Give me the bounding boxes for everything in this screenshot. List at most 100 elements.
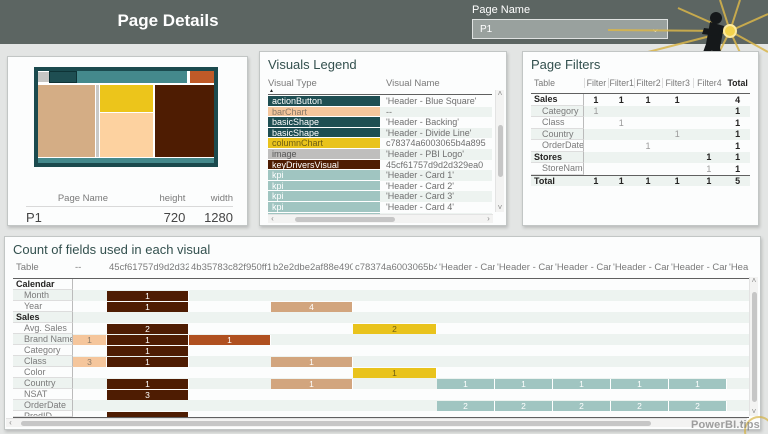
filters-row[interactable]: Category 1 1 — [531, 105, 750, 117]
matrix-value-block: 3 — [107, 389, 189, 400]
matrix-value-block: 1 — [107, 345, 189, 356]
page-filters-header: Table Filter Filter1 Filter2 Filter3 Filter4 T… — [531, 76, 750, 94]
matrix-cell — [353, 290, 437, 301]
matrix-vertical-scrollbar[interactable]: ˄ ˅ — [749, 277, 758, 416]
filters-value-cell: 5 — [735, 175, 741, 186]
matrix-row[interactable]: OrderDate 2 2 2 2 2 — [13, 400, 749, 411]
matrix-row[interactable]: Year 1 4 — [13, 301, 749, 312]
legend-row[interactable]: kpi 'Header - Card 4' — [268, 201, 492, 213]
matrix-hscroll-thumb[interactable] — [21, 420, 651, 426]
matrix-value-block: 1 — [271, 356, 353, 367]
filters-col-table[interactable]: Table — [531, 78, 584, 88]
matrix-row[interactable]: Brand Name 1 1 1 — [13, 334, 749, 345]
legend-vertical-scrollbar[interactable]: ˄ ˅ — [495, 90, 504, 212]
legend-row[interactable]: barChart -- — [268, 106, 492, 118]
matrix-row[interactable]: Category 1 — [13, 345, 749, 356]
matrix-col-header[interactable]: 4b35783c82f950ff1757 — [189, 262, 271, 273]
matrix-cell — [189, 323, 271, 334]
matrix-row[interactable]: Sales — [13, 312, 749, 323]
matrix-cell — [669, 356, 727, 367]
matrix-col-header[interactable]: 'Header - Card 4' — [611, 262, 669, 273]
scroll-right-icon[interactable]: › — [484, 215, 493, 223]
legend-row[interactable]: columnChart c78374a6003065b4a895 — [268, 138, 492, 149]
legend-row[interactable]: actionButton 'Header - Blue Square' — [268, 96, 492, 107]
matrix-col-header[interactable]: 'Header - Card 1' — [437, 262, 495, 273]
page-size-row[interactable]: P1 720 1280 — [26, 207, 233, 225]
matrix-col-header[interactable]: 'Header - Card 5' — [669, 262, 727, 273]
filters-col-filter2[interactable]: Filter2 — [634, 78, 662, 88]
matrix-row[interactable]: Country 1 1 1 1 1 1 1 — [13, 378, 749, 389]
visual-type-cell: kpi — [268, 191, 380, 202]
matrix-cell — [495, 301, 553, 312]
filters-col-filter1[interactable]: Filter1 — [608, 78, 634, 88]
col-height[interactable]: height — [140, 193, 185, 204]
matrix-col-header[interactable]: b2e2dbe2af88e490a95b — [271, 262, 353, 273]
matrix-col-table[interactable]: Table▲ — [13, 262, 73, 273]
matrix-row[interactable]: Avg. Sales 2 2 — [13, 323, 749, 334]
matrix-cell — [271, 345, 353, 356]
matrix-col-header[interactable]: 'Header - Card 3' — [553, 262, 611, 273]
col-width[interactable]: width — [185, 193, 233, 204]
scroll-down-icon[interactable]: ˅ — [496, 204, 505, 212]
matrix-cell — [553, 312, 611, 323]
legend-hscroll-thumb[interactable] — [295, 216, 395, 222]
matrix-value-block: 1 — [495, 378, 553, 389]
matrix-row[interactable]: Color 1 — [13, 367, 749, 378]
filters-value-cell: 1 — [674, 129, 680, 140]
page-mockup-canvas — [38, 71, 214, 163]
legend-row[interactable]: keyDriversVisual 45cf61757d9d2d329ea0 — [268, 159, 492, 171]
matrix-vscroll-thumb[interactable] — [751, 291, 757, 402]
matrix-row[interactable]: Month 1 — [13, 290, 749, 301]
filters-row[interactable]: Class 1 1 — [531, 117, 750, 129]
matrix-horizontal-scrollbar[interactable]: ‹ › — [6, 418, 747, 427]
filters-row[interactable]: OrderDate 1 1 — [531, 140, 750, 152]
matrix-row[interactable]: Calendar — [13, 279, 749, 290]
legend-horizontal-scrollbar[interactable]: ‹ › — [268, 214, 493, 223]
scroll-left-icon[interactable]: ‹ — [6, 419, 15, 427]
col-visual-type[interactable]: Visual Type ▲ — [268, 78, 380, 94]
scroll-up-icon[interactable]: ˄ — [496, 90, 505, 98]
filters-row[interactable]: Total 1 1 1 1 1 5 — [531, 174, 750, 186]
filters-col-filter4[interactable]: Filter4 — [692, 78, 726, 88]
matrix-cell — [495, 356, 553, 367]
matrix-cell — [437, 345, 495, 356]
matrix-value-block: 1 — [73, 334, 107, 345]
matrix-cell — [611, 367, 669, 378]
matrix-col-header[interactable]: 'Header - Card 2' — [495, 262, 553, 273]
legend-row[interactable]: kpi 'Header - Card 2' — [268, 180, 492, 192]
filters-row[interactable]: Country 1 1 — [531, 128, 750, 140]
legend-row[interactable]: kpi 'Header - Card 3' — [268, 191, 492, 202]
scroll-down-icon[interactable]: ˅ — [750, 408, 759, 416]
legend-vscroll-thumb[interactable] — [497, 125, 503, 177]
matrix-cell — [437, 389, 495, 400]
scroll-left-icon[interactable]: ‹ — [268, 215, 277, 223]
legend-row[interactable]: kpi 'Header - Card 1' — [268, 170, 492, 181]
page-name-dropdown[interactable]: P1 ⌄ — [472, 19, 668, 39]
legend-row[interactable]: image 'Header - PBI Logo' — [268, 148, 492, 160]
filters-row[interactable]: Stores 1 1 — [531, 151, 750, 163]
matrix-value-block — [107, 411, 189, 417]
matrix-col-header[interactable]: 'Hea — [727, 262, 752, 273]
col-visual-name[interactable]: Visual Name — [380, 78, 492, 89]
matrix-col-header[interactable]: -- — [73, 262, 107, 273]
filters-row[interactable]: Sales 1 1 1 1 4 — [531, 94, 750, 106]
matrix-col-header[interactable]: 45cf61757d9d2d329ea0 — [107, 262, 189, 273]
col-page-name[interactable]: Page Name — [26, 193, 140, 204]
matrix-value-block: 1 — [189, 334, 271, 345]
filters-row[interactable]: StoreName 1 1 — [531, 163, 750, 175]
legend-row[interactable]: basicShape 'Header - Divide Line' — [268, 127, 492, 139]
matrix-row[interactable]: NSAT 3 — [13, 389, 749, 400]
filters-value-cell: 1 — [735, 140, 741, 151]
matrix-row[interactable]: Class 3 1 1 — [13, 356, 749, 367]
filters-col-total[interactable]: Total — [725, 78, 750, 88]
filters-col-filter3[interactable]: Filter3 — [661, 78, 693, 88]
matrix-cell — [189, 411, 271, 417]
legend-row[interactable]: basicShape 'Header - Backing' — [268, 117, 492, 128]
scroll-up-icon[interactable]: ˄ — [750, 277, 759, 285]
matrix-row[interactable]: ProdID — [13, 411, 749, 417]
filters-value-cell: 1 — [706, 175, 712, 186]
matrix-col-header[interactable]: c78374a6003065b4a895 — [353, 262, 437, 273]
filters-col-filter[interactable]: Filter — [583, 78, 609, 88]
visual-name-cell: 'Header - Card 2' — [386, 180, 454, 191]
filters-row-label: StoreName — [531, 163, 584, 175]
